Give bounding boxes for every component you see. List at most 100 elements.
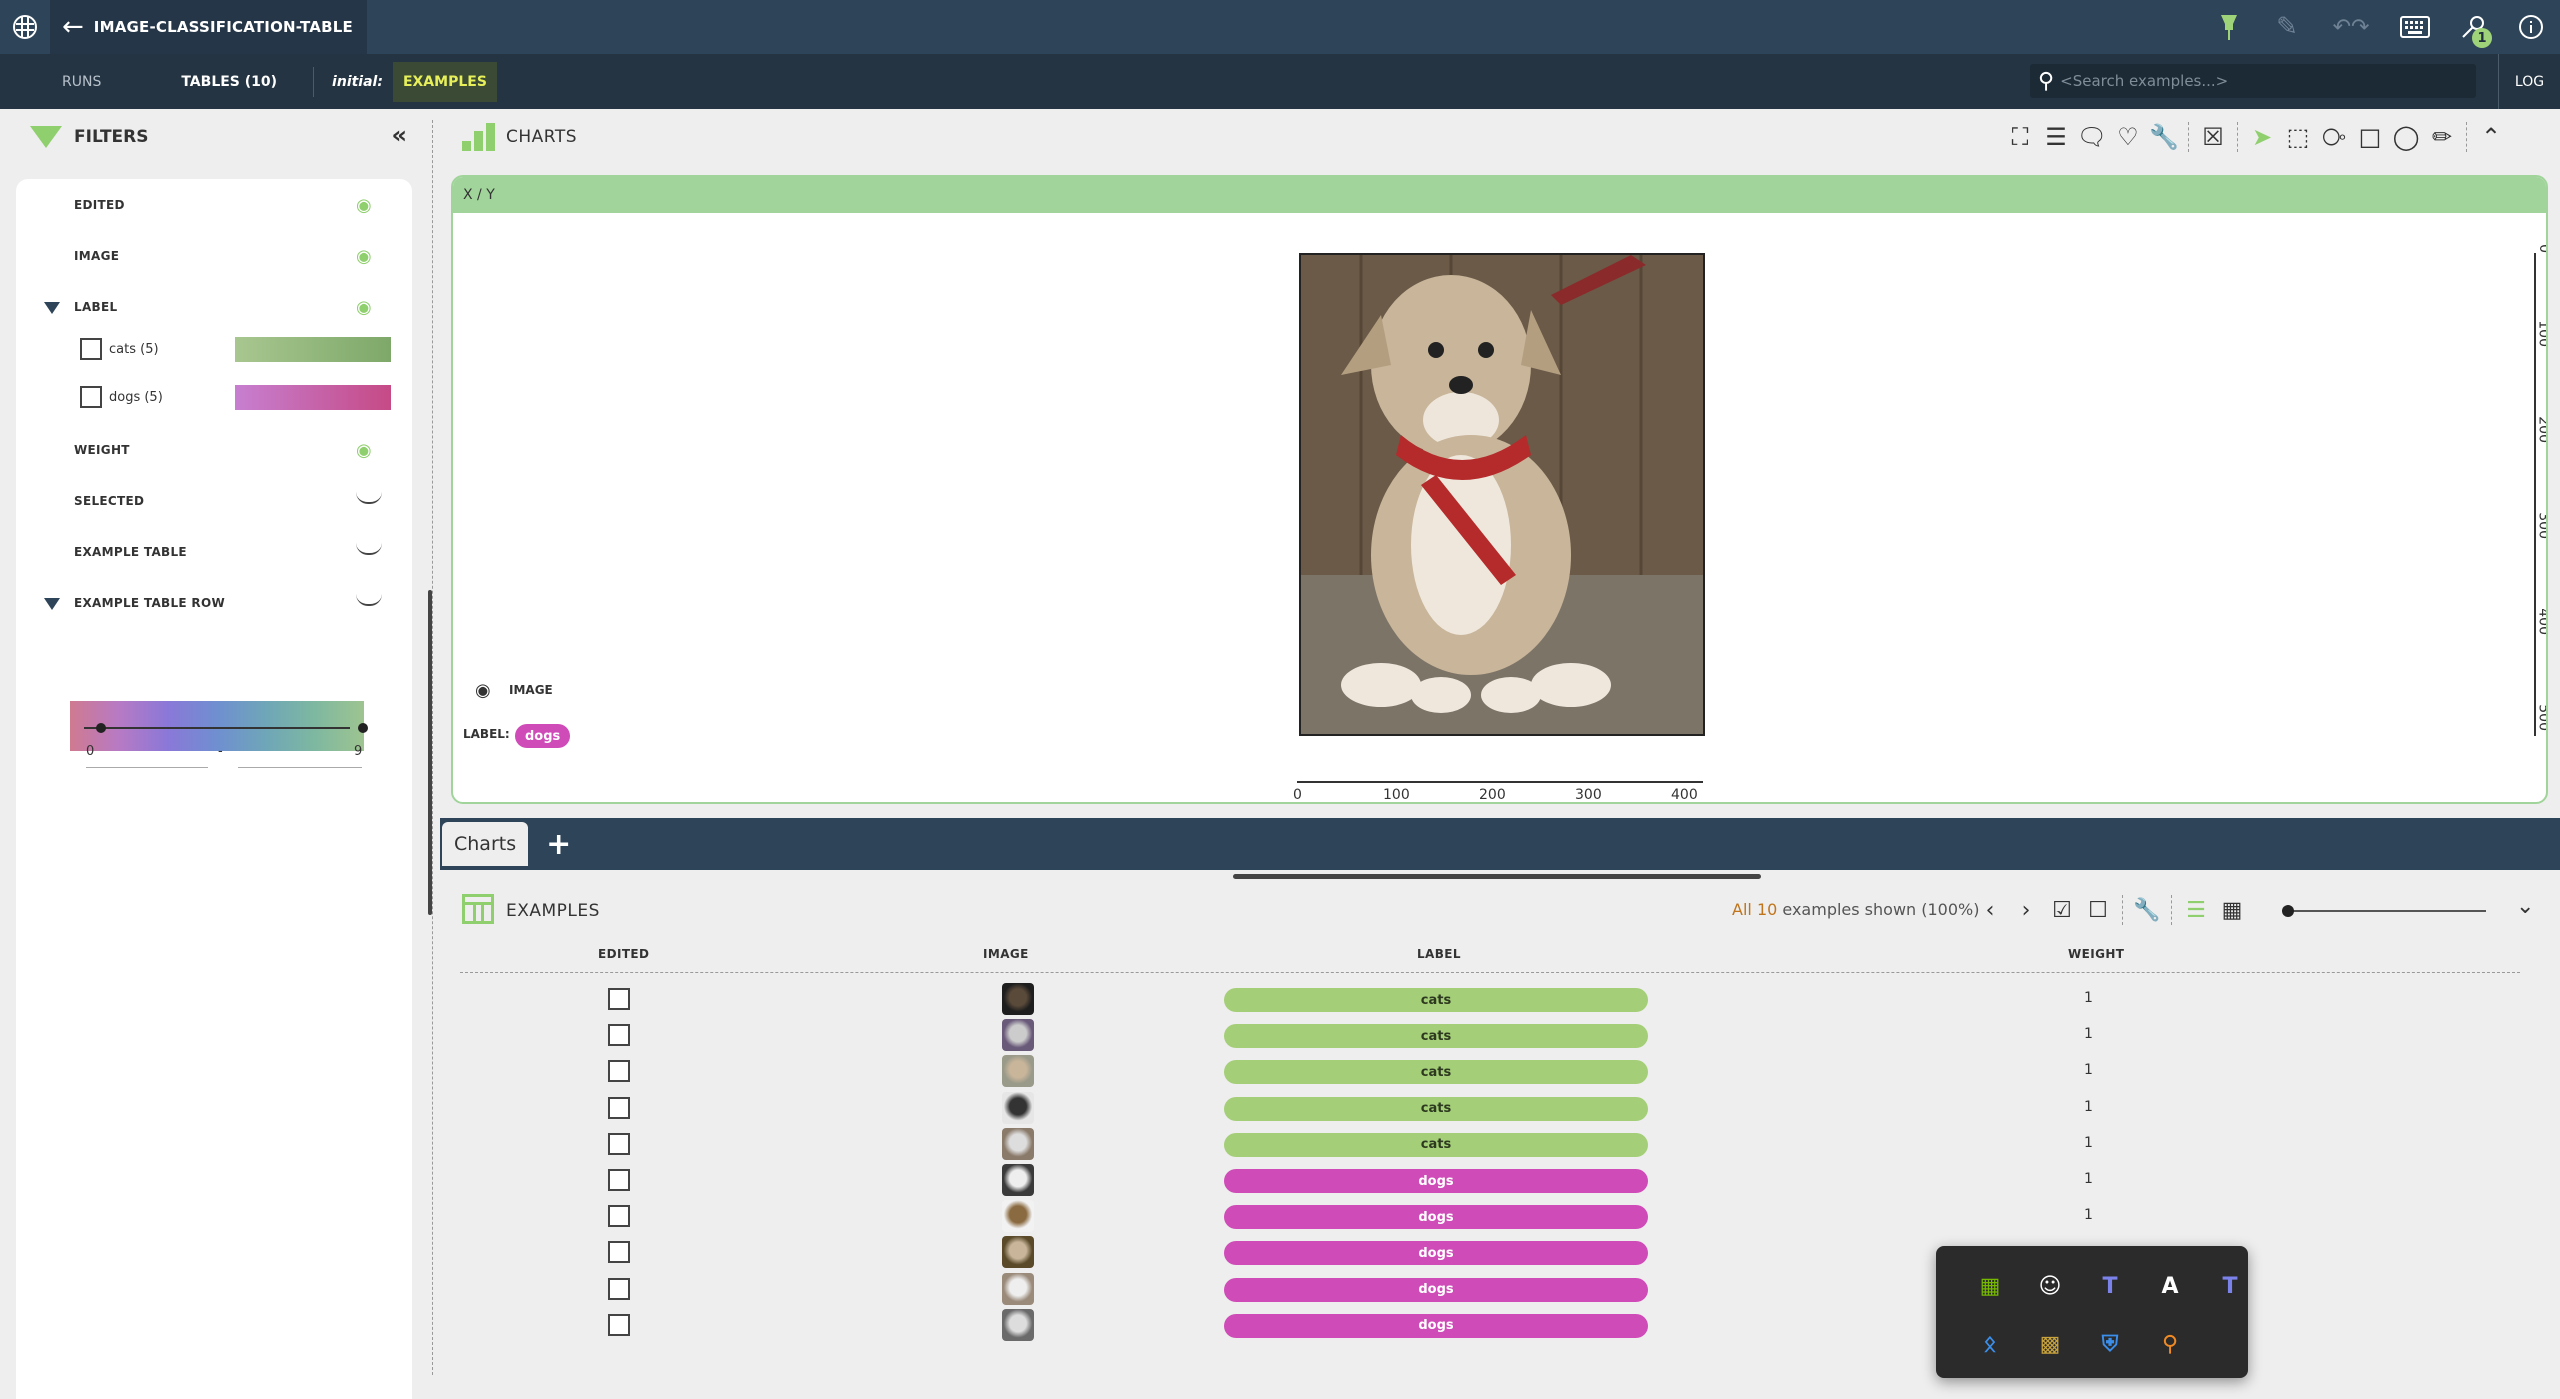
- tab-examples[interactable]: EXAMPLES: [392, 61, 497, 102]
- row-label-pill[interactable]: cats: [1224, 1132, 1648, 1157]
- row-thumbnail-image[interactable]: [1002, 1055, 1034, 1088]
- pin-icon[interactable]: [2200, 0, 2258, 54]
- eye-icon[interactable]: ◉: [356, 246, 372, 267]
- row-thumbnail-image[interactable]: [1002, 1164, 1034, 1196]
- prev-page-icon[interactable]: ‹: [1972, 890, 2008, 930]
- add-tab-button[interactable]: +: [546, 827, 571, 862]
- row-label-pill[interactable]: dogs: [1224, 1313, 1648, 1338]
- row-label-pill[interactable]: cats: [1224, 1096, 1648, 1121]
- horizontal-scrollbar[interactable]: [1233, 874, 1761, 879]
- info-icon[interactable]: [2502, 0, 2560, 54]
- undo-redo-icon[interactable]: ↶↷: [2316, 0, 2386, 54]
- search-input[interactable]: ⚲ <Search examples...>: [2030, 64, 2476, 98]
- eye-icon[interactable]: ◉: [356, 440, 372, 461]
- hidden-eye-icon[interactable]: [356, 594, 382, 606]
- row-label-pill[interactable]: cats: [1224, 1024, 1648, 1049]
- grid-view-icon[interactable]: ▦: [2214, 890, 2250, 930]
- column-header-weight[interactable]: WEIGHT: [2068, 947, 2124, 961]
- table-title-box[interactable]: ← IMAGE-CLASSIFICATION-TABLE: [50, 0, 367, 54]
- row-edited-checkbox[interactable]: [608, 1060, 630, 1083]
- column-header-image[interactable]: IMAGE: [983, 947, 1029, 961]
- filter-example-table[interactable]: EXAMPLE TABLE: [16, 537, 412, 567]
- filter-label-group[interactable]: LABEL ◉: [16, 292, 412, 322]
- row-thumbnail-image[interactable]: [1002, 1308, 1034, 1341]
- log-button[interactable]: LOG: [2498, 54, 2560, 109]
- cats-checkbox[interactable]: [80, 338, 102, 360]
- image-visibility-eye-icon[interactable]: ◉: [475, 680, 491, 701]
- tab-tables[interactable]: TABLES (10): [129, 54, 307, 109]
- table-row[interactable]: cats 1: [460, 1126, 2520, 1162]
- fit-view-icon[interactable]: ⛶: [2002, 117, 2038, 157]
- collapse-up-icon[interactable]: ⌃: [2473, 117, 2509, 157]
- row-label-pill[interactable]: cats: [1224, 988, 1648, 1012]
- heart-icon[interactable]: ♡: [2110, 117, 2146, 157]
- range-max-value[interactable]: 9: [354, 744, 362, 759]
- filter-edited[interactable]: EDITED ◉: [16, 190, 412, 220]
- row-thumbnail-image[interactable]: [1002, 1091, 1034, 1124]
- dog-image[interactable]: [1299, 253, 1705, 736]
- keyboard-icon[interactable]: [2386, 0, 2444, 54]
- table-row[interactable]: cats 1: [460, 1053, 2520, 1089]
- search-tool-icon[interactable]: ⚲: [2152, 1326, 2188, 1362]
- back-arrow-icon[interactable]: ←: [62, 12, 84, 42]
- tab-runs[interactable]: RUNS: [0, 54, 129, 109]
- pointer-icon[interactable]: ➤: [2244, 117, 2280, 157]
- row-edited-checkbox[interactable]: [608, 988, 630, 1010]
- deselect-all-checkbox-icon[interactable]: ☐: [2080, 890, 2116, 930]
- row-label-pill[interactable]: dogs: [1224, 1205, 1648, 1230]
- row-edited-checkbox[interactable]: [608, 1205, 630, 1228]
- column-header-label[interactable]: LABEL: [1417, 947, 1461, 961]
- row-edited-checkbox[interactable]: [608, 1313, 630, 1336]
- hidden-eye-icon[interactable]: [356, 492, 382, 504]
- table-row[interactable]: cats 1: [460, 981, 2520, 1017]
- expand-triangle-icon[interactable]: [44, 302, 60, 314]
- tab-charts[interactable]: Charts: [442, 822, 529, 866]
- table-row[interactable]: dogs 1: [460, 1198, 2520, 1234]
- select-all-checkbox-icon[interactable]: ☑: [2044, 890, 2080, 930]
- filter-selected[interactable]: SELECTED: [16, 486, 412, 516]
- range-min-value[interactable]: 0: [86, 744, 94, 759]
- circle-select-icon[interactable]: ◯: [2388, 117, 2424, 157]
- panel-divider[interactable]: [432, 120, 433, 1375]
- teams-alt-icon[interactable]: T: [2212, 1268, 2248, 1304]
- filter-example-table-row[interactable]: EXAMPLE TABLE ROW: [16, 588, 412, 618]
- row-label-pill[interactable]: dogs: [1224, 1169, 1648, 1193]
- zoom-slider-track[interactable]: [2286, 910, 2486, 912]
- filter-weight[interactable]: WEIGHT ◉: [16, 435, 412, 465]
- collapse-down-icon[interactable]: ⌄: [2516, 894, 2534, 919]
- row-thumbnail-image[interactable]: [1002, 1272, 1034, 1305]
- range-slider-track[interactable]: [84, 727, 350, 729]
- pen-icon[interactable]: ✏: [2424, 117, 2460, 157]
- row-label-pill[interactable]: dogs: [1224, 1277, 1648, 1302]
- wrench-icon[interactable]: 🔧: [2129, 890, 2165, 930]
- row-thumbnail-image[interactable]: [1002, 1236, 1034, 1269]
- row-thumbnail-image[interactable]: [1002, 1200, 1034, 1233]
- zoom-slider-handle[interactable]: [2282, 905, 2294, 917]
- row-edited-checkbox[interactable]: [608, 1169, 630, 1191]
- range-slider-min-handle[interactable]: [96, 723, 106, 733]
- a-app-icon[interactable]: A: [2152, 1268, 2188, 1304]
- collapse-sidebar-icon[interactable]: «: [391, 121, 407, 149]
- nvidia-icon[interactable]: ▦: [1972, 1268, 2008, 1304]
- expand-triangle-icon[interactable]: [44, 598, 60, 610]
- hidden-eye-icon[interactable]: [356, 543, 382, 555]
- app-grid-icon[interactable]: ▩: [2032, 1326, 2068, 1362]
- filter-image[interactable]: IMAGE ◉: [16, 241, 412, 271]
- row-thumbnail-image[interactable]: [1002, 1127, 1034, 1160]
- row-label-pill[interactable]: cats: [1224, 1060, 1648, 1085]
- teams-icon[interactable]: T: [2092, 1268, 2128, 1304]
- rect-select-icon[interactable]: ⬚: [2280, 117, 2316, 157]
- eye-icon[interactable]: ◉: [356, 195, 372, 216]
- discord-icon[interactable]: ☺: [2032, 1268, 2068, 1304]
- security-icon[interactable]: ⛨: [2092, 1326, 2128, 1362]
- list-icon[interactable]: ☰: [2038, 117, 2074, 157]
- row-edited-checkbox[interactable]: [608, 1132, 630, 1155]
- app-logo-icon[interactable]: [0, 0, 50, 54]
- wrench-icon[interactable]: 🔧: [2146, 117, 2182, 157]
- table-row[interactable]: dogs 1: [460, 1162, 2520, 1198]
- next-page-icon[interactable]: ›: [2008, 890, 2044, 930]
- chart-card-header[interactable]: X / Y: [453, 177, 2546, 213]
- eye-icon[interactable]: ◉: [356, 297, 372, 318]
- filter-category-dogs[interactable]: dogs (5): [16, 382, 412, 412]
- row-edited-checkbox[interactable]: [608, 1096, 630, 1119]
